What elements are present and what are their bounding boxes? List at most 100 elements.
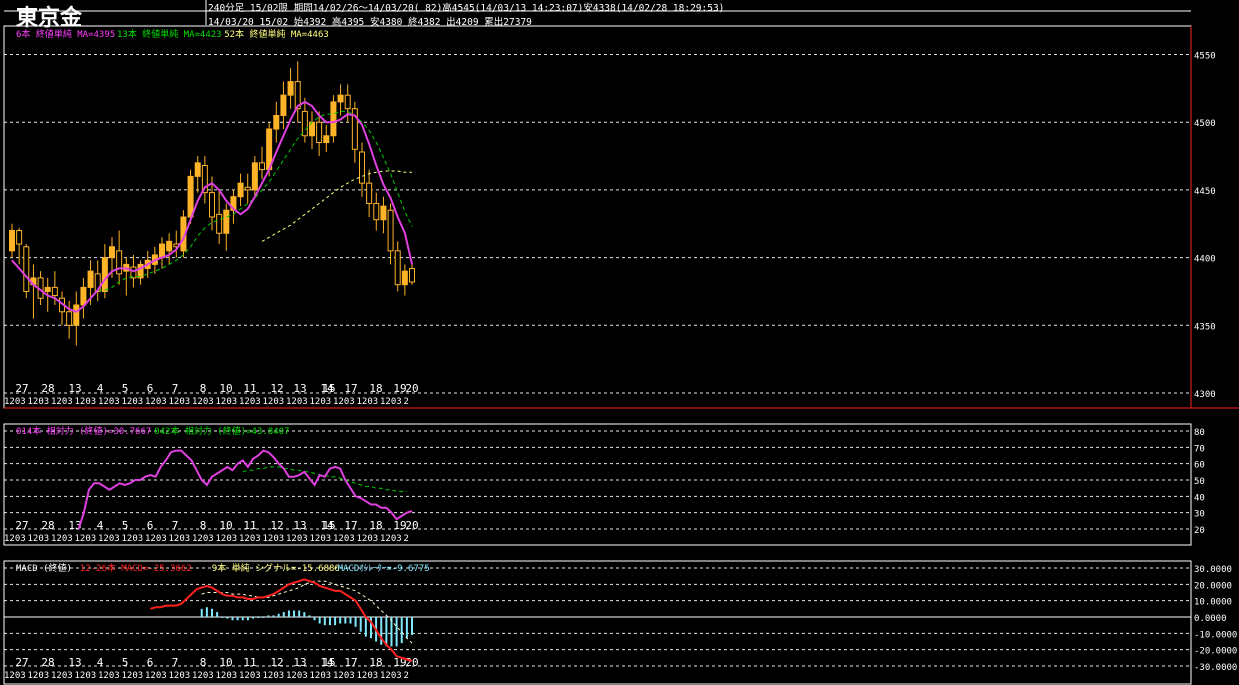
x-tick-label: 18 [369,382,382,395]
x-tick-label: 7 [172,382,179,395]
y-tick-label: -30.0000 [1194,663,1237,673]
oscillator-bar [339,617,342,624]
trading-chart[interactable]: 45504500445044004350430027 28 13 4 5 6 7 8 10 11 1… [0,0,1239,685]
oscillator-bar [277,613,280,617]
candle-body [194,162,201,177]
candle-body [73,304,80,326]
oscillator-bar [241,617,244,621]
candle-body [87,270,94,288]
oscillator-bar [236,617,239,621]
x-tick-label: 8 [200,382,207,395]
x-sub-tick-label: 1203 [169,671,191,681]
x-tick-label: 4 [97,519,104,532]
oscillator-bar [349,617,352,624]
x-sub-tick-label: 2 [404,671,409,681]
oscillator-bar [293,610,296,617]
y-tick-label: -10.0000 [1194,630,1237,640]
x-sub-tick-label: 1203 [380,671,402,681]
x-tick-label: 6 [147,519,154,532]
x-tick-label: 10 [219,656,232,669]
candle-body [66,311,73,326]
x-tick-label: 4 [97,382,104,395]
y-tick-label: 4550 [1194,52,1216,62]
x-tick-label: 11 [243,519,256,532]
x-sub-tick-label: 1203 [51,534,73,544]
oscillator-bar [390,617,393,647]
x-tick-label: 10 [219,519,232,532]
oscillator-bar [318,617,321,624]
candle-body [337,94,344,103]
x-sub-tick-label: 1203 [286,397,308,407]
x-tick-label: 17 [344,382,357,395]
legend-entry: 9本 単純 シグナル=-15.6886 [212,562,340,574]
x-tick-label: 15 [322,382,335,395]
oscillator-bar [257,617,260,618]
candle-body [23,246,30,292]
oscillator-bar [216,612,219,617]
candle-body [394,250,401,286]
y-tick-label: 20.0000 [1194,581,1232,591]
candle-body [130,266,137,279]
oscillator-bar [411,617,413,635]
candle-body [9,230,15,252]
rsi42-line [242,466,407,492]
oscillator-bar [298,610,301,617]
x-tick-label: 20 [405,656,418,669]
oscillator-bar [272,615,275,617]
panel-frame [3,423,1192,546]
candle-body [366,182,373,204]
x-tick-label: 17 [344,519,357,532]
x-tick-label: 15 [322,519,335,532]
x-tick-label: 28 [41,519,54,532]
x-sub-tick-label: 1203 [216,671,238,681]
candle-body [359,151,365,184]
oscillator-bar [282,612,285,617]
x-tick-label: 17 [344,656,357,669]
x-sub-tick-label: 1203 [98,534,120,544]
oscillator-bar [395,617,398,647]
x-tick-label: 27 [15,382,28,395]
legend-entry: 6本 終値単純 MA=4395 [16,28,115,40]
candle-body [380,205,387,221]
oscillator-bar [221,617,224,618]
x-tick-label: 28 [41,382,54,395]
candle-body [16,230,23,245]
x-sub-tick-label: 1203 [28,671,50,681]
oscillator-bar [313,617,316,621]
oscillator-bar [308,615,311,617]
legend-entry: 13本 終値単純 MA=4423 [117,28,222,40]
x-sub-tick-label: 1203 [333,671,355,681]
x-sub-tick-label: 1203 [239,397,261,407]
candle-body [387,209,394,252]
y-tick-label: 30.0000 [1194,565,1232,575]
x-sub-tick-label: 1203 [169,534,191,544]
x-sub-tick-label: 1203 [380,534,402,544]
x-sub-tick-label: 1203 [98,671,120,681]
y-tick-label: 50 [1194,477,1205,487]
candle-body [409,267,415,283]
x-tick-label: 5 [122,519,129,532]
candle-body [251,162,258,191]
x-tick-label: 12 [270,519,283,532]
candle-body [323,135,330,144]
x-sub-tick-label: 1203 [145,534,167,544]
oscillator-bar [323,617,326,626]
x-tick-label: 27 [15,519,28,532]
x-sub-tick-label: 1203 [239,671,261,681]
legend-entry: MACD (終値) [16,562,72,574]
candle-body [101,257,108,292]
candle-body [373,202,380,221]
x-tick-label: 7 [172,656,179,669]
candle-body [116,250,123,275]
y-tick-label: -20.0000 [1194,647,1237,657]
x-tick-label: 13 [293,382,306,395]
x-tick-label: 20 [405,519,418,532]
y-tick-label: 10.0000 [1194,598,1232,608]
candle-body [244,186,251,191]
candle-body [330,101,337,137]
oscillator-bar [231,617,234,621]
y-tick-label: 70 [1194,444,1205,454]
candle-body [51,286,58,297]
y-tick-label: 40 [1194,493,1205,503]
x-tick-label: 13 [293,519,306,532]
